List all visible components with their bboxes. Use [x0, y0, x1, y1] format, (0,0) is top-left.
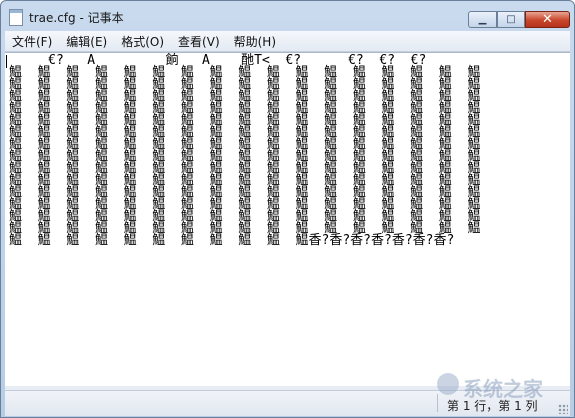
- status-divider: [437, 394, 438, 412]
- close-icon: ✕: [542, 12, 553, 27]
- resize-grip-icon[interactable]: [558, 404, 568, 414]
- watermark: 系统之家: [463, 377, 543, 401]
- menu-view[interactable]: 查看(V): [171, 33, 227, 50]
- window-title: trae.cfg - 记事本: [29, 11, 124, 25]
- notepad-icon[interactable]: [9, 9, 23, 26]
- text-caret: [6, 55, 7, 68]
- menu-format[interactable]: 格式(O): [114, 33, 171, 50]
- notepad-window: trae.cfg - 记事本 ▁ □ ✕ 文件(F) 编辑(E) 格式(O) 查…: [0, 0, 575, 418]
- menu-edit[interactable]: 编辑(E): [59, 33, 114, 50]
- maximize-icon: □: [506, 13, 516, 25]
- text-editor[interactable]: €? A 餉 A 酏T< €? €? €? €? 鰛 鰛 鰛 鰛 鰛 鰛 鰛 鰛…: [5, 52, 570, 387]
- watermark-logo-icon: [437, 373, 459, 395]
- title-bar[interactable]: trae.cfg - 记事本 ▁ □ ✕: [1, 1, 574, 31]
- minimize-icon: ▁: [478, 13, 487, 25]
- menu-help[interactable]: 帮助(H): [227, 33, 283, 50]
- minimize-button[interactable]: ▁: [468, 11, 497, 28]
- close-button[interactable]: ✕: [525, 11, 570, 28]
- menu-bar: 文件(F) 编辑(E) 格式(O) 查看(V) 帮助(H): [5, 31, 570, 52]
- menu-file[interactable]: 文件(F): [5, 33, 59, 50]
- editor-content[interactable]: €? A 餉 A 酏T< €? €? €? €? 鰛 鰛 鰛 鰛 鰛 鰛 鰛 鰛…: [5, 53, 570, 247]
- maximize-button[interactable]: □: [497, 11, 525, 28]
